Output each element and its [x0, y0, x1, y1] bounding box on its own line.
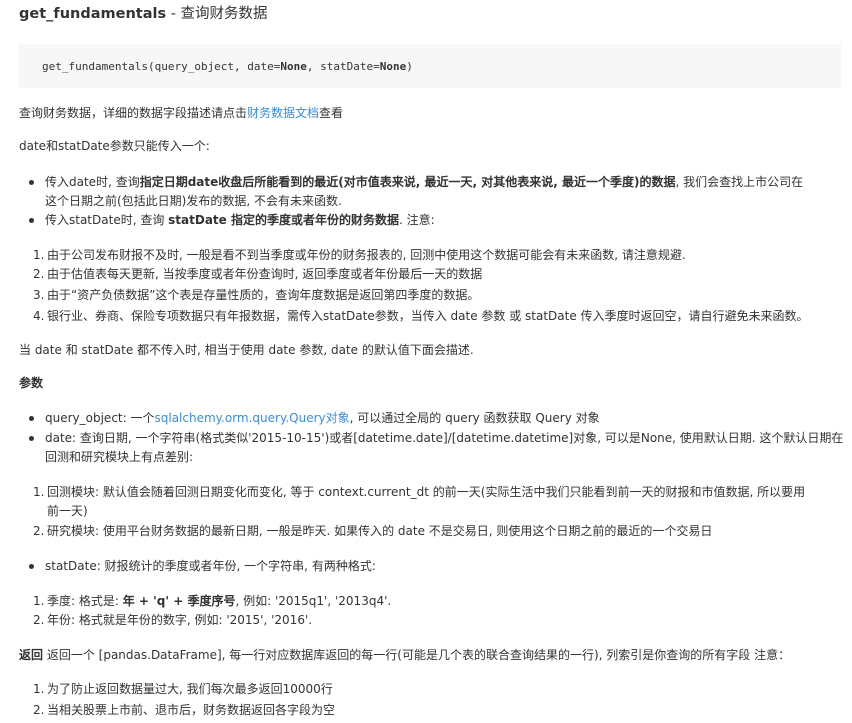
sqlalchemy-query-link[interactable]: sqlalchemy.orm.query.Query对象 [154, 411, 349, 425]
research-item: 研究模块: 使用平台财务数据的最新日期, 一般是昨天. 如果传入的 date 不… [47, 524, 713, 538]
backtest-item-line2: 前一天) [47, 504, 88, 518]
param-statdate: statDate: 财报统计的季度或者年份, 一个字符串, 有两种格式: [45, 559, 376, 573]
bullet-date-line2: 这个日期之前(包括此日期)发布的数据, 不会有未来函数. [45, 194, 342, 208]
return-note-1: 为了防止返回数据量过大, 我们每次最多返回10000行 [47, 682, 333, 696]
param-query-object: query_object: 一个sqlalchemy.orm.query.Que… [45, 408, 600, 428]
function-name: get_fundamentals [19, 6, 167, 22]
code-block: get_fundamentals(query_object, date=None… [19, 44, 841, 88]
note-item-1: 由于公司发布财报不及时, 一般是看不到当季度或年份的财务报表的, 回测中使用这个… [47, 248, 686, 262]
param-date-line2: 回测和研究模块上有点差别: [45, 450, 194, 464]
bullet-dot [29, 218, 34, 223]
list-number: 2. [33, 267, 45, 281]
bullet-statdate: 传入statDate时, 查询 statDate 指定的季度或者年份的财务数据.… [45, 210, 435, 230]
bullet-dot [29, 416, 34, 421]
bullet-bold: statDate 指定的季度或者年份的财务数据 [168, 213, 399, 227]
returns-label: 返回 [19, 648, 44, 662]
year-format-item: 年份: 格式就是年份的数字, 例如: '2015', '2016'. [47, 613, 313, 627]
list-number: 3. [33, 288, 45, 302]
list-number: 1. [33, 248, 45, 262]
param-date: date: 查询日期, 一个字符串(格式类似'2015-10-15')或者[da… [45, 431, 844, 445]
return-note-2: 当相关股票上市前、退市后，财务数据返回各字段为空 [47, 703, 336, 717]
note-item-4: 银行业、券商、保险专项数据只有年报数据，需传入statDate参数，当传入 da… [47, 309, 809, 323]
list-number: 1. [33, 485, 45, 499]
params-heading: 参数 [19, 376, 44, 390]
bullet-text-tail: , 我们会查找上市公司在 [675, 175, 804, 189]
note-item-3: 由于“资产负债数据”这个表是存量性质的，查询年度数据是返回第四季度的数据。 [47, 288, 480, 302]
format-bold: 年 + 'q' + 季度序号 [122, 594, 236, 608]
param-text: query_object: 一个 [45, 411, 155, 425]
bullet-dot [29, 180, 34, 185]
backtest-item: 回测模块: 默认值会随着回测日期变化而变化, 等于 context.curren… [47, 485, 806, 499]
param-text-tail: , 可以通过全局的 query 函数获取 Query 对象 [349, 411, 600, 425]
code-text-end: ) [406, 60, 413, 73]
bullet-text: 传入statDate时, 查询 [45, 213, 169, 227]
format-text: 季度: 格式是: [47, 594, 123, 608]
bullet-date: 传入date时, 查询指定日期date收盘后所能看到的最近(对市值表来说, 最近… [45, 172, 803, 192]
list-number: 2. [33, 613, 45, 627]
intro-text-after: 查看 [319, 106, 344, 120]
note-item-2: 由于估值表每天更新, 当按季度或者年份查询时, 返回季度或者年份最后一天的数据 [47, 267, 483, 281]
bullet-text: 传入date时, 查询 [45, 175, 140, 189]
bullet-text-tail: . 注意: [398, 213, 435, 227]
list-number: 2. [33, 524, 45, 538]
list-number: 2. [33, 703, 45, 717]
format-text-tail: , 例如: '2015q1', '2013q4'. [235, 594, 392, 608]
financial-doc-link[interactable]: 财务数据文档 [247, 106, 319, 120]
intro-paragraph: 查询财务数据，详细的数据字段描述请点击财务数据文档查看 [19, 103, 343, 123]
doc-page: get_fundamentals - 查询财务数据 get_fundamenta… [0, 0, 852, 723]
date-statdate-note: date和statDate参数只能传入一个: [19, 139, 210, 153]
quarter-format-item: 季度: 格式是: 年 + 'q' + 季度序号, 例如: '2015q1', '… [47, 591, 391, 611]
bullet-bold: 指定日期date收盘后所能看到的最近(对市值表来说, 最近一天, 对其他表来说,… [139, 175, 676, 189]
default-date-note: 当 date 和 statDate 都不传入时, 相当于使用 date 参数, … [19, 343, 474, 357]
intro-text: 查询财务数据，详细的数据字段描述请点击 [19, 106, 248, 120]
returns-text: 返回一个 [pandas.DataFrame], 每一行对应数据库返回的每一行(… [43, 648, 791, 662]
bullet-dot [29, 436, 34, 441]
title-rest: - 查询财务数据 [166, 6, 268, 22]
list-number: 4. [33, 309, 45, 323]
returns-paragraph: 返回 返回一个 [pandas.DataFrame], 每一行对应数据库返回的每… [19, 645, 790, 665]
bullet-dot [29, 564, 34, 569]
code-text-mid: , statDate= [306, 60, 380, 73]
list-number: 1. [33, 594, 45, 608]
list-number: 1. [33, 682, 45, 696]
code-none-1: None [280, 60, 307, 73]
page-title: get_fundamentals - 查询财务数据 [19, 4, 268, 24]
code-text: get_fundamentals(query_object, date= [42, 60, 281, 73]
code-none-2: None [379, 60, 407, 73]
